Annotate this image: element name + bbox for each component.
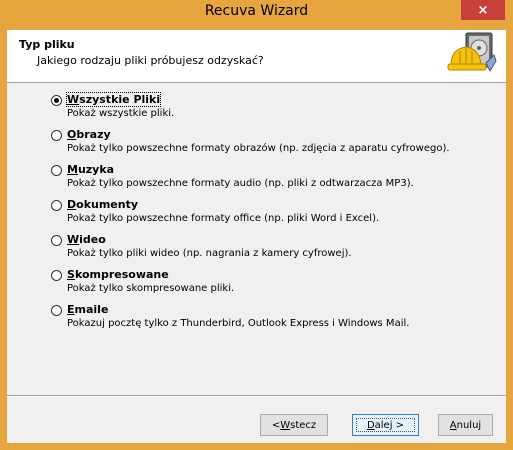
option-documents[interactable]: Dokumenty Pokaż tylko powszechne formaty… [51, 198, 471, 230]
next-button[interactable]: Dalej > [352, 414, 419, 436]
close-button[interactable]: × [461, 0, 505, 20]
option-description: Pokaż wszystkie pliki. [67, 108, 175, 119]
wizard-client-area: Typ pliku Jakiego rodzaju pliki próbujes… [7, 30, 506, 443]
option-all-files[interactable]: Wszystkie Pliki Pokaż wszystkie pliki. [51, 92, 471, 125]
radio-all-files[interactable] [51, 95, 62, 106]
option-description: Pokaż tylko powszechne formaty obrazów (… [67, 143, 450, 154]
option-label[interactable]: Obrazy [67, 128, 111, 141]
radio-music[interactable] [51, 165, 62, 176]
option-description: Pokaż tylko skompresowane pliki. [67, 283, 235, 294]
back-button[interactable]: < Wstecz [260, 414, 328, 436]
option-label[interactable]: Wideo [67, 233, 106, 246]
recuva-wizard-window: Recuva Wizard × Typ pliku Jakiego rodzaj… [0, 0, 513, 450]
option-description: Pokaż tylko powszechne formaty office (n… [67, 213, 380, 224]
window-title: Recuva Wizard [204, 3, 309, 19]
radio-emails[interactable] [51, 305, 62, 316]
option-description: Pokazuj pocztę tylko z Thunderbird, Outl… [67, 318, 410, 329]
radio-images[interactable] [51, 130, 62, 141]
cancel-button[interactable]: Anuluj [438, 414, 493, 436]
option-images[interactable]: Obrazy Pokaż tylko powszechne formaty ob… [51, 128, 471, 160]
wizard-header: Typ pliku Jakiego rodzaju pliki próbujes… [7, 30, 506, 83]
radio-documents[interactable] [51, 200, 62, 211]
radio-compressed[interactable] [51, 270, 62, 281]
title-bar[interactable]: Recuva Wizard × [0, 0, 513, 24]
footer-separator [7, 395, 506, 397]
option-description: Pokaż tylko pliki wideo (np. nagrania z … [67, 248, 352, 259]
page-subtitle: Jakiego rodzaju pliki próbujesz odzyskać… [37, 54, 264, 67]
close-icon: × [477, 2, 489, 18]
page-title: Typ pliku [19, 38, 75, 51]
option-emails[interactable]: Emaile Pokazuj pocztę tylko z Thunderbir… [51, 303, 471, 335]
option-music[interactable]: Muzyka Pokaż tylko powszechne formaty au… [51, 163, 471, 195]
option-label[interactable]: Muzyka [67, 163, 114, 176]
option-label[interactable]: Dokumenty [67, 198, 138, 211]
option-description: Pokaż tylko powszechne formaty audio (np… [67, 178, 414, 189]
radio-video[interactable] [51, 235, 62, 246]
option-label[interactable]: Skompresowane [67, 268, 169, 281]
option-video[interactable]: Wideo Pokaż tylko pliki wideo (np. nagra… [51, 233, 471, 265]
option-label[interactable]: Wszystkie Pliki [65, 92, 162, 107]
option-label[interactable]: Emaile [67, 303, 108, 316]
option-compressed[interactable]: Skompresowane Pokaż tylko skompresowane … [51, 268, 471, 300]
recuva-logo-icon [447, 32, 497, 73]
